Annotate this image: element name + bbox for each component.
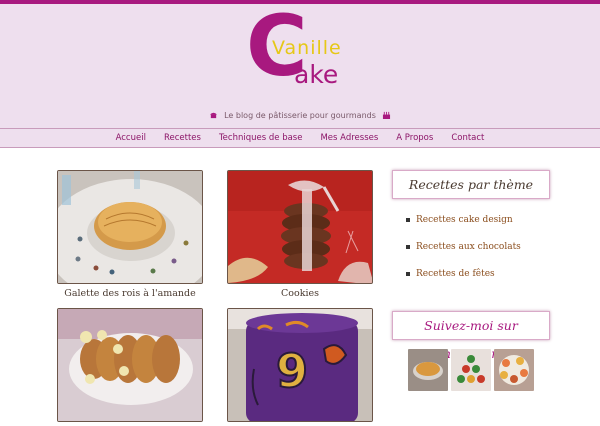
svg-text:9: 9 (276, 344, 308, 398)
widget-title-instagram: Suivez-moi sur instagram (392, 311, 550, 361)
nav-item-accueil[interactable]: Accueil (107, 129, 155, 148)
pancakes-photo (58, 309, 202, 421)
main-content: Galette des rois à l'amande Cookies 9 Re… (0, 149, 600, 422)
nav-item-recettes[interactable]: Recettes (155, 129, 210, 148)
sidebar: Recettes par thème Recettes cake design … (392, 170, 550, 391)
theme-link-cake-design[interactable]: Recettes cake design (406, 214, 550, 241)
post-caption-galette[interactable]: Galette des rois à l'amande (57, 288, 203, 299)
post-caption-cookies[interactable]: Cookies (227, 288, 373, 299)
nav-item-techniques[interactable]: Techniques de base (210, 129, 312, 148)
instagram-grid (408, 349, 534, 391)
logo-cake: ake (294, 60, 339, 89)
main-nav: Accueil Recettes Techniques de base Mes … (0, 128, 600, 148)
cookies-photo (228, 171, 372, 283)
cake-design-photo: 9 (228, 309, 372, 421)
galette-photo (58, 171, 202, 283)
site-tagline: Le blog de pâtisserie pour gourmands (0, 111, 600, 120)
post-image-pancakes[interactable] (57, 308, 203, 422)
post-card-pancakes[interactable] (57, 308, 203, 426)
themes-list: Recettes cake design Recettes aux chocol… (392, 214, 550, 295)
instagram-thumb[interactable] (494, 349, 534, 391)
cupcake-icon (210, 112, 218, 119)
post-image-cookies[interactable] (227, 170, 373, 284)
instagram-thumb[interactable] (408, 349, 448, 391)
site-header: C Vanille ake Le blog de pâtisserie pour… (0, 4, 600, 128)
theme-link-fetes[interactable]: Recettes de fêtes (406, 268, 550, 295)
instagram-photo-cupcakes (494, 349, 534, 391)
theme-link-chocolats[interactable]: Recettes aux chocolats (406, 241, 550, 268)
birthday-cake-icon (382, 111, 390, 119)
site-logo[interactable]: C Vanille ake (244, 4, 356, 92)
post-card-cake-design[interactable]: 9 (227, 308, 373, 426)
nav-item-adresses[interactable]: Mes Adresses (311, 129, 387, 148)
instagram-photo-tree (451, 349, 491, 391)
nav-item-contact[interactable]: Contact (442, 129, 493, 148)
nav-item-apropos[interactable]: A Propos (387, 129, 442, 148)
post-image-galette[interactable] (57, 170, 203, 284)
instagram-photo-galette (408, 349, 448, 391)
tagline-text: Le blog de pâtisserie pour gourmands (224, 111, 376, 120)
post-card-galette[interactable]: Galette des rois à l'amande (57, 170, 203, 299)
logo-vanille: Vanille (272, 37, 342, 59)
widget-title-themes: Recettes par thème (392, 170, 550, 199)
post-image-cake-design[interactable]: 9 (227, 308, 373, 422)
instagram-thumb[interactable] (451, 349, 491, 391)
post-card-cookies[interactable]: Cookies (227, 170, 373, 299)
